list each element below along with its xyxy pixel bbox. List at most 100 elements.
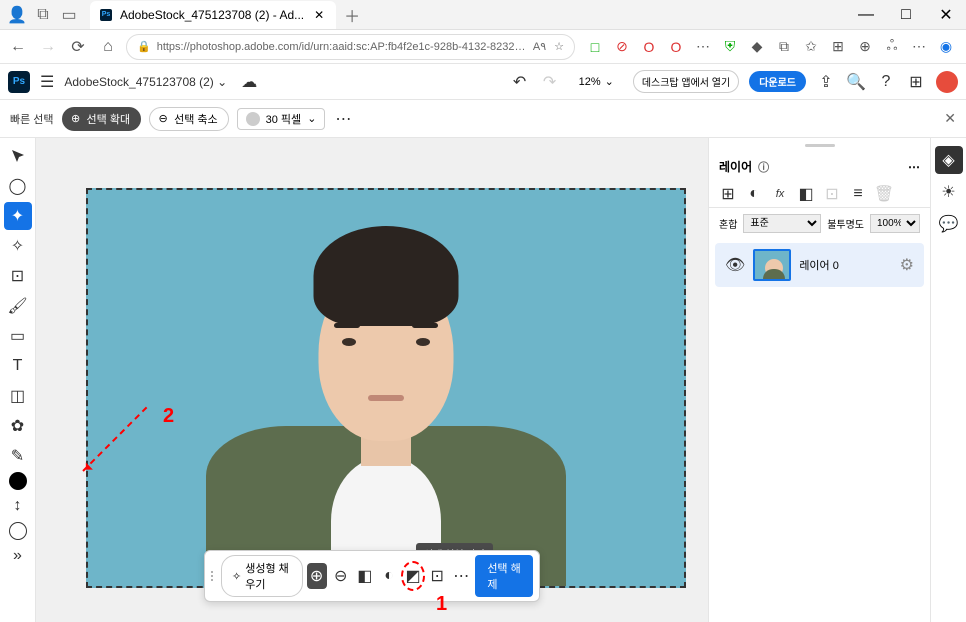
deselect-button[interactable]: 선택 해제 (475, 555, 533, 597)
background-color[interactable] (9, 522, 27, 540)
minimize-button[interactable]: — (846, 0, 886, 30)
browser-tab[interactable]: Ps AdobeStock_475123708 (2) - Ad... ✕ (90, 1, 336, 29)
layer-item-0[interactable]: 👁 레이어 0 ⚙ (715, 243, 924, 287)
swap-colors-icon[interactable]: ↕ (4, 492, 32, 520)
adjustment-layer-icon[interactable]: ◐ (745, 185, 763, 203)
tab-actions-icon[interactable]: ▭ (60, 6, 78, 24)
ext-link-icon[interactable]: ஃ (882, 37, 902, 57)
new-layer-icon[interactable]: ⊞ (719, 185, 737, 203)
group-layers-icon[interactable]: ≡ (849, 185, 867, 203)
more-tools-icon[interactable]: » (4, 542, 32, 570)
profile-icon[interactable]: 👤 (8, 6, 26, 24)
ext-phone-icon[interactable]: □ (585, 37, 605, 57)
reader-icon[interactable]: A٩ (533, 40, 546, 53)
ext-opera2-icon[interactable]: O (666, 37, 686, 57)
workspace-icon[interactable]: ⧉ (34, 6, 52, 24)
brush-tool[interactable]: 🖌 (4, 292, 32, 320)
layer-thumbnail[interactable] (753, 249, 791, 281)
ext-opera-icon[interactable]: O (639, 37, 659, 57)
apps-icon[interactable]: ⊞ (906, 72, 926, 92)
ext-nosign-icon[interactable]: ⊘ (612, 37, 632, 57)
redo-button[interactable]: ↷ (540, 72, 560, 92)
ext-dots-icon[interactable]: ⋯ (693, 37, 713, 57)
ext-more-icon[interactable]: ⊕ (855, 37, 875, 57)
favorite-icon[interactable]: ☆ (554, 40, 564, 53)
invert-selection-icon[interactable]: ◩ (403, 563, 423, 589)
share-icon[interactable]: ⇪ (816, 72, 836, 92)
more-options-icon[interactable]: ⋯ (333, 109, 353, 129)
ext-panel-icon[interactable]: ⧉ (774, 37, 794, 57)
hamburger-menu-icon[interactable]: ☰ (40, 72, 54, 92)
image-canvas[interactable]: 2 (86, 188, 686, 588)
visibility-toggle-icon[interactable]: 👁 (725, 255, 745, 275)
ext-wallet-icon[interactable]: ◆ (747, 37, 767, 57)
subtract-selection-icon[interactable]: ⊖ (331, 563, 351, 589)
portrait-subject (206, 196, 566, 586)
add-selection-icon[interactable]: ⊕ (307, 563, 327, 589)
text-tool[interactable]: T (4, 352, 32, 380)
healing-tool[interactable]: ✿ (4, 412, 32, 440)
generative-fill-button[interactable]: ✧ 생성형 채우기 (221, 555, 303, 597)
transform-selection-icon[interactable]: ⊡ (427, 563, 447, 589)
brush-size-selector[interactable]: 30 픽셀 ⌄ (237, 108, 326, 130)
new-tab-button[interactable]: ＋ (344, 3, 360, 27)
adjust-icon[interactable]: ◐ (379, 563, 399, 589)
url-bar[interactable]: 🔒 https://photoshop.adobe.com/id/urn:aai… (126, 34, 575, 60)
ext-shield-icon[interactable]: ⛨ (720, 37, 740, 57)
move-tool[interactable] (4, 142, 32, 170)
maximize-button[interactable]: □ (886, 0, 926, 30)
panel-menu-icon[interactable]: ⋯ (908, 160, 920, 174)
forward-button[interactable]: → (36, 35, 60, 59)
collections-icon[interactable]: ⊞ (828, 37, 848, 57)
eyedropper-tool[interactable]: ✎ (4, 442, 32, 470)
info-icon[interactable]: ⓘ (758, 159, 769, 175)
magic-wand-tool[interactable]: ✧ (4, 232, 32, 260)
more-actions-icon[interactable]: ⋯ (451, 563, 471, 589)
lasso-tool[interactable]: ◯ (4, 172, 32, 200)
expand-selection-button[interactable]: ⊕ 선택 확대 (62, 107, 142, 131)
shrink-selection-button[interactable]: ⊖ 선택 축소 (149, 107, 229, 131)
opacity-dropdown[interactable]: 100% (870, 214, 920, 233)
file-name[interactable]: AdobeStock_475123708 (2) ⌄ (64, 75, 227, 89)
browser-nav-bar: ← → ⟳ ⌂ 🔒 https://photoshop.adobe.com/id… (0, 30, 966, 64)
mask-icon[interactable]: ◧ (355, 563, 375, 589)
user-avatar[interactable] (936, 71, 958, 93)
undo-button[interactable]: ↶ (510, 72, 530, 92)
contextual-task-bar: ✧ 생성형 채우기 ⊕ ⊖ ◧ ◐ ◩ ⊡ ⋯ 선택 해제 (204, 550, 540, 602)
layer-settings-icon[interactable]: ⚙ (900, 255, 914, 275)
fx-icon[interactable]: fx (771, 185, 789, 203)
open-desktop-button[interactable]: 데스크탑 앱에서 열기 (633, 70, 739, 93)
annotation-arrow (82, 407, 147, 472)
quick-select-tool[interactable]: ✦ (4, 202, 32, 230)
panel-grip[interactable] (709, 138, 930, 152)
search-icon[interactable]: 🔍 (846, 72, 866, 92)
blend-mode-dropdown[interactable]: 표준 (743, 214, 821, 233)
close-window-button[interactable]: ✕ (926, 0, 966, 30)
shape-tool[interactable]: ▭ (4, 322, 32, 350)
menu-icon[interactable]: ⋯ (909, 37, 929, 57)
home-button[interactable]: ⌂ (96, 35, 120, 59)
mask-layer-icon[interactable]: ◧ (797, 185, 815, 203)
close-tab-icon[interactable]: ✕ (312, 8, 326, 22)
zoom-dropdown[interactable]: 12% ⌄ (570, 72, 623, 91)
annotation-1: 1 (436, 593, 447, 616)
close-options-icon[interactable]: ✕ (944, 110, 956, 127)
favorites-icon[interactable]: ✩ (801, 37, 821, 57)
back-button[interactable]: ← (6, 35, 30, 59)
cloud-icon[interactable]: ☁ (241, 72, 257, 92)
foreground-color[interactable] (9, 472, 27, 490)
refresh-button[interactable]: ⟳ (66, 35, 90, 59)
help-icon[interactable]: ? (876, 72, 896, 92)
canvas-area[interactable]: 2 선택 영역 반전 ✧ 생성형 채우기 ⊕ ⊖ ◧ ◐ ◩ ⊡ ⋯ 선택 해제… (36, 138, 708, 622)
copilot-icon[interactable]: ◉ (936, 37, 956, 57)
download-button[interactable]: 다운로드 (749, 71, 806, 92)
photoshop-logo[interactable]: Ps (8, 71, 30, 93)
crop-tool[interactable]: ⊡ (4, 262, 32, 290)
drag-handle[interactable] (211, 571, 217, 581)
layer-name[interactable]: 레이어 0 (799, 257, 891, 273)
layers-sidebar-icon[interactable]: ◈ (935, 146, 963, 174)
layers-panel-header: 레이어 ⓘ ⋯ (709, 152, 930, 181)
adjustments-sidebar-icon[interactable]: ☀ (935, 178, 963, 206)
gradient-tool[interactable]: ◫ (4, 382, 32, 410)
comments-sidebar-icon[interactable]: 💬 (935, 210, 963, 238)
